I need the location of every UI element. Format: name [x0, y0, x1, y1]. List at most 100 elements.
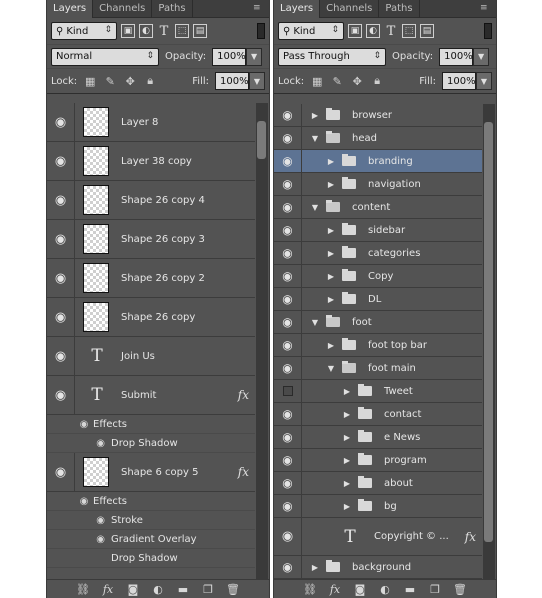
- layer-row[interactable]: ◉ Layer 38 copy: [47, 142, 255, 181]
- eye-icon[interactable]: ◉: [274, 356, 302, 380]
- eye-icon[interactable]: ◉: [274, 425, 302, 449]
- lock-brush-icon[interactable]: ✎: [103, 75, 117, 88]
- opacity-input[interactable]: 100%: [439, 47, 474, 66]
- opacity-arrow-icon[interactable]: ▼: [473, 47, 490, 66]
- eye-icon[interactable]: ◉: [274, 126, 302, 150]
- group-row-program[interactable]: ◉ ▶ program: [274, 448, 482, 472]
- effects-row[interactable]: ◉ Effects: [47, 415, 255, 434]
- eye-icon[interactable]: ◉: [274, 555, 302, 579]
- eye-icon[interactable]: ◉: [274, 287, 302, 311]
- link-layers-icon[interactable]: ⛓: [303, 583, 317, 596]
- group-row-navigation[interactable]: ◉ ▶ navigation: [274, 172, 482, 196]
- group-row-foot-main[interactable]: ◉ ▼ foot main: [274, 356, 482, 380]
- new-group-icon[interactable]: ▬: [403, 583, 417, 596]
- collapse-arrow-icon[interactable]: ▼: [310, 203, 320, 212]
- eye-icon[interactable]: ◉: [274, 448, 302, 472]
- eye-icon[interactable]: ◉: [274, 402, 302, 426]
- group-row-sidebar[interactable]: ◉ ▶ sidebar: [274, 218, 482, 242]
- filter-kind-dropdown[interactable]: ⚲ Kind ⇕: [51, 22, 117, 40]
- blend-mode-dropdown[interactable]: Normal ⇕: [51, 47, 159, 66]
- filter-toggle[interactable]: [257, 23, 265, 39]
- eye-icon[interactable]: ◉: [75, 534, 111, 545]
- layer-row[interactable]: ◉ Shape 26 copy 3: [47, 220, 255, 259]
- expand-arrow-icon[interactable]: ▶: [310, 563, 320, 572]
- opacity-arrow-icon[interactable]: ▼: [246, 47, 263, 66]
- fx-icon[interactable]: fx: [238, 388, 249, 402]
- fx-icon[interactable]: fx: [238, 465, 249, 479]
- group-row-e-news[interactable]: ◉ ▶ e News: [274, 425, 482, 449]
- expand-arrow-icon[interactable]: ▶: [326, 272, 336, 281]
- eye-icon[interactable]: ◉: [47, 337, 75, 375]
- group-row-foot-top-bar[interactable]: ◉ ▶ foot top bar: [274, 333, 482, 357]
- scrollbar-thumb[interactable]: [257, 121, 266, 159]
- lock-all-icon[interactable]: 🔒︎: [143, 74, 157, 88]
- tab-paths[interactable]: Paths: [379, 0, 420, 18]
- eye-icon[interactable]: ◉: [274, 310, 302, 334]
- expand-arrow-icon[interactable]: ▶: [342, 387, 352, 396]
- group-row-dl[interactable]: ◉ ▶ DL: [274, 287, 482, 311]
- group-row-background[interactable]: ◉ ▶ background: [274, 555, 482, 579]
- eye-icon[interactable]: ◉: [47, 453, 75, 491]
- group-row-bg[interactable]: ◉ ▶ bg: [274, 494, 482, 518]
- filter-kind-dropdown[interactable]: ⚲ Kind ⇕: [278, 22, 344, 40]
- eye-icon[interactable]: ◉: [274, 218, 302, 242]
- collapse-arrow-icon[interactable]: ▼: [310, 318, 320, 327]
- layer-row[interactable]: ◉ Shape 26 copy 2: [47, 259, 255, 298]
- add-mask-icon[interactable]: ◙: [126, 583, 140, 596]
- eye-icon[interactable]: ◉: [47, 103, 75, 141]
- opacity-input[interactable]: 100%: [212, 47, 247, 66]
- lock-transparent-icon[interactable]: ▦: [83, 75, 97, 88]
- trash-icon[interactable]: 🗑︎: [453, 583, 467, 596]
- eye-icon[interactable]: ◉: [274, 517, 302, 556]
- smart-object-filter-icon[interactable]: ▤: [193, 24, 207, 38]
- layer-row[interactable]: ◉ Shape 26 copy 4: [47, 181, 255, 220]
- layer-row[interactable]: ◉ Layer 8: [47, 103, 255, 142]
- scrollbar[interactable]: [256, 103, 268, 579]
- group-row-head[interactable]: ◉ ▼ head: [274, 126, 482, 150]
- adjustment-filter-icon[interactable]: ◐: [139, 24, 153, 38]
- smart-object-filter-icon[interactable]: ▤: [420, 24, 434, 38]
- lock-move-icon[interactable]: ✥: [123, 75, 137, 88]
- layer-row[interactable]: ◉ Shape 6 copy 5 fx: [47, 453, 255, 492]
- group-row-branding[interactable]: ◉ ▶ branding: [274, 149, 482, 173]
- scrollbar-thumb[interactable]: [484, 122, 493, 542]
- add-mask-icon[interactable]: ◙: [353, 583, 367, 596]
- expand-arrow-icon[interactable]: ▶: [326, 295, 336, 304]
- eye-icon[interactable]: [47, 415, 75, 434]
- expand-arrow-icon[interactable]: ▶: [326, 341, 336, 350]
- type-filter-icon[interactable]: T: [384, 24, 398, 39]
- expand-arrow-icon[interactable]: ▶: [342, 456, 352, 465]
- effects-row[interactable]: ◉ Effects: [47, 492, 255, 511]
- expand-arrow-icon[interactable]: ▶: [326, 249, 336, 258]
- eye-icon[interactable]: ◉: [274, 494, 302, 518]
- filter-toggle[interactable]: [484, 23, 492, 39]
- eye-icon[interactable]: ◉: [274, 333, 302, 357]
- group-row-browser[interactable]: ◉ ▶ browser: [274, 104, 482, 127]
- group-row-copy[interactable]: ◉ ▶ Copy: [274, 264, 482, 288]
- eye-icon[interactable]: ◉: [274, 471, 302, 495]
- lock-brush-icon[interactable]: ✎: [330, 75, 344, 88]
- eye-icon[interactable]: ◉: [47, 220, 75, 258]
- pixel-filter-icon[interactable]: ▣: [348, 24, 362, 38]
- eye-icon[interactable]: ◉: [75, 438, 111, 449]
- fill-input[interactable]: 100%: [215, 72, 249, 90]
- tab-layers[interactable]: Layers: [274, 0, 321, 18]
- type-filter-icon[interactable]: T: [157, 24, 171, 39]
- new-layer-icon[interactable]: ❐: [201, 583, 215, 596]
- expand-arrow-icon[interactable]: ▶: [342, 433, 352, 442]
- shape-filter-icon[interactable]: ⬚: [175, 24, 189, 38]
- expand-arrow-icon[interactable]: ▶: [326, 157, 336, 166]
- layer-row[interactable]: ◉ T Join Us: [47, 337, 255, 376]
- eye-icon[interactable]: ◉: [274, 104, 302, 127]
- expand-arrow-icon[interactable]: ▶: [310, 111, 320, 120]
- effect-row[interactable]: ◉ Drop Shadow: [47, 434, 255, 453]
- adjustment-filter-icon[interactable]: ◐: [366, 24, 380, 38]
- tab-channels[interactable]: Channels: [320, 0, 380, 18]
- fx-icon[interactable]: fx: [101, 583, 115, 596]
- eye-icon[interactable]: ◉: [75, 496, 93, 507]
- lock-move-icon[interactable]: ✥: [350, 75, 364, 88]
- eye-icon[interactable]: ◉: [47, 181, 75, 219]
- panel-menu-icon[interactable]: ≡: [480, 3, 492, 13]
- expand-arrow-icon[interactable]: ▶: [342, 502, 352, 511]
- panel-menu-icon[interactable]: ≡: [253, 3, 265, 13]
